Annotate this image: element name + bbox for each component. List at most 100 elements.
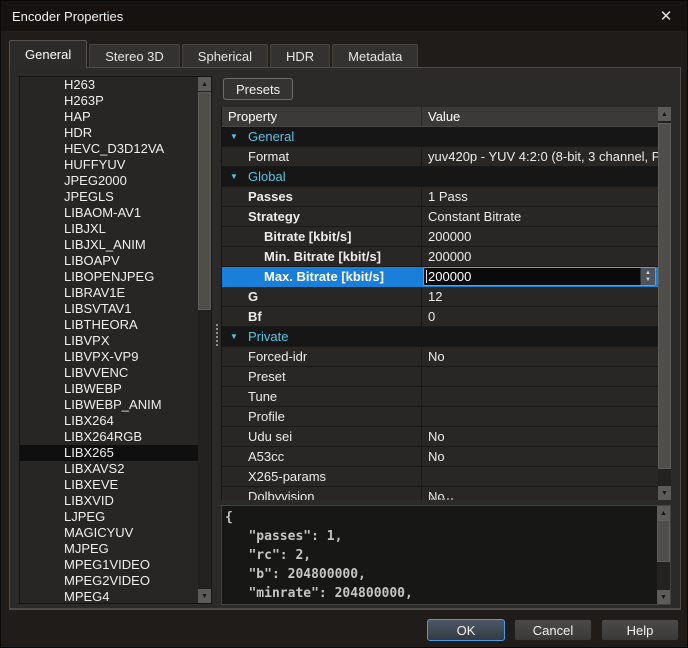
encoder-item-magicyuv[interactable]: MAGICYUV: [20, 525, 198, 541]
property-row-a53cc[interactable]: A53ccNo: [222, 447, 658, 467]
collapse-icon[interactable]: ▼: [222, 132, 248, 141]
encoder-item-libx264[interactable]: LIBX264: [20, 413, 198, 429]
property-value[interactable]: No: [422, 487, 658, 500]
encoder-item-libtheora[interactable]: LIBTHEORA: [20, 317, 198, 333]
encoder-item-hap[interactable]: HAP: [20, 109, 198, 125]
encoder-item-libwebp[interactable]: LIBWEBP: [20, 381, 198, 397]
encoder-list[interactable]: H263H263PHAPHDRHEVC_D3D12VAHUFFYUVJPEG20…: [19, 76, 212, 604]
property-value[interactable]: 200000▲▼: [422, 267, 658, 286]
column-header-value[interactable]: Value: [422, 107, 658, 126]
tab-spherical[interactable]: Spherical: [182, 44, 268, 67]
scroll-thumb[interactable]: [657, 520, 670, 562]
property-value[interactable]: 200000: [422, 227, 658, 246]
property-value[interactable]: No: [422, 427, 658, 446]
property-row-profile[interactable]: Profile: [222, 407, 658, 427]
encoder-item-libxvid[interactable]: LIBXVID: [20, 493, 198, 509]
property-table-scrollbar[interactable]: ▲ ▼: [658, 107, 671, 500]
spinbox-stepper[interactable]: ▲▼: [640, 268, 655, 285]
help-button[interactable]: Help: [601, 619, 679, 641]
property-value[interactable]: 0: [422, 307, 658, 326]
encoder-item-libwebp-anim[interactable]: LIBWEBP_ANIM: [20, 397, 198, 413]
value-spinbox-input[interactable]: 200000▲▼: [423, 267, 656, 286]
property-row-format[interactable]: Formatyuv420p - YUV 4:2:0 (8-bit, 3 chan…: [222, 147, 658, 167]
property-value[interactable]: [422, 367, 658, 386]
encoder-item-libx265[interactable]: LIBX265: [20, 445, 198, 461]
property-value[interactable]: [422, 407, 658, 426]
scroll-down-button[interactable]: ▼: [657, 590, 670, 604]
encoder-item-libxeve[interactable]: LIBXEVE: [20, 477, 198, 493]
encoder-item-libjxl[interactable]: LIBJXL: [20, 221, 198, 237]
property-row-bitrate-kbit-s[interactable]: Bitrate [kbit/s]200000: [222, 227, 658, 247]
encoder-item-mpeg1video[interactable]: MPEG1VIDEO: [20, 557, 198, 573]
property-value[interactable]: No: [422, 347, 658, 366]
property-value[interactable]: 200000: [422, 247, 658, 266]
scroll-thumb[interactable]: [658, 123, 671, 469]
scroll-thumb[interactable]: [198, 92, 211, 310]
close-icon[interactable]: ✕: [653, 4, 679, 28]
encoder-item-jpegls[interactable]: JPEGLS: [20, 189, 198, 205]
encoder-item-libjxl-anim[interactable]: LIBJXL_ANIM: [20, 237, 198, 253]
collapse-icon[interactable]: ▼: [222, 332, 248, 341]
spin-down-icon[interactable]: ▼: [645, 277, 651, 284]
property-row-passes[interactable]: Passes1 Pass: [222, 187, 658, 207]
encoder-item-ljpeg[interactable]: LJPEG: [20, 509, 198, 525]
encoder-list-scrollbar[interactable]: ▲ ▼: [198, 77, 211, 603]
encoder-item-jpeg2000[interactable]: JPEG2000: [20, 173, 198, 189]
property-value[interactable]: Constant Bitrate: [422, 207, 658, 226]
scroll-up-button[interactable]: ▲: [657, 506, 670, 520]
property-value[interactable]: yuv420p - YUV 4:2:0 (8-bit, 3 channel, P…: [422, 147, 658, 166]
encoder-item-hdr[interactable]: HDR: [20, 125, 198, 141]
presets-button[interactable]: Presets: [223, 78, 293, 100]
property-row-tune[interactable]: Tune: [222, 387, 658, 407]
encoder-item-mpeg4[interactable]: MPEG4: [20, 589, 198, 603]
property-row-preset[interactable]: Preset: [222, 367, 658, 387]
property-row-forced-idr[interactable]: Forced-idrNo: [222, 347, 658, 367]
horizontal-splitter-handle[interactable]: [431, 497, 453, 501]
encoder-item-libvpx-vp9[interactable]: LIBVPX-VP9: [20, 349, 198, 365]
cancel-button[interactable]: Cancel: [514, 619, 592, 641]
property-row-strategy[interactable]: StrategyConstant Bitrate: [222, 207, 658, 227]
encoder-item-libopenjpeg[interactable]: LIBOPENJPEG: [20, 269, 198, 285]
encoder-item-huffyuv[interactable]: HUFFYUV: [20, 157, 198, 173]
property-table[interactable]: Property Value ▼GeneralFormatyuv420p - Y…: [221, 107, 671, 500]
scroll-down-button[interactable]: ▼: [658, 486, 671, 500]
property-row-g[interactable]: G12: [222, 287, 658, 307]
spin-up-icon[interactable]: ▲: [645, 270, 651, 277]
tab-stereo-3d[interactable]: Stereo 3D: [89, 44, 180, 67]
encoder-item-librav1e[interactable]: LIBRAV1E: [20, 285, 198, 301]
property-row-max-bitrate-kbit-s[interactable]: Max. Bitrate [kbit/s]200000▲▼: [222, 267, 658, 287]
vertical-splitter-handle[interactable]: [215, 324, 219, 346]
property-row-udu-sei[interactable]: Udu seiNo: [222, 427, 658, 447]
encoder-item-libvvenc[interactable]: LIBVVENC: [20, 365, 198, 381]
encoder-item-libaom-av1[interactable]: LIBAOM-AV1: [20, 205, 198, 221]
property-group-global[interactable]: ▼Global: [222, 167, 658, 187]
collapse-icon[interactable]: ▼: [222, 172, 248, 181]
encoder-item-liboapv[interactable]: LIBOAPV: [20, 253, 198, 269]
column-header-property[interactable]: Property: [222, 107, 422, 126]
property-value[interactable]: 1 Pass: [422, 187, 658, 206]
ok-button[interactable]: OK: [427, 619, 505, 641]
encoder-item-h263p[interactable]: H263P: [20, 93, 198, 109]
encoder-item-mjpeg[interactable]: MJPEG: [20, 541, 198, 557]
encoder-item-libxavs2[interactable]: LIBXAVS2: [20, 461, 198, 477]
property-row-min-bitrate-kbit-s[interactable]: Min. Bitrate [kbit/s]200000: [222, 247, 658, 267]
scroll-up-button[interactable]: ▲: [658, 107, 671, 121]
scroll-down-button[interactable]: ▼: [198, 589, 211, 603]
property-value[interactable]: No: [422, 447, 658, 466]
property-row-bf[interactable]: Bf0: [222, 307, 658, 327]
tab-hdr[interactable]: HDR: [270, 44, 330, 67]
property-value[interactable]: [422, 387, 658, 406]
json-view-scrollbar[interactable]: ▲ ▼: [657, 506, 670, 604]
encoder-item-h263[interactable]: H263: [20, 77, 198, 93]
property-group-private[interactable]: ▼Private: [222, 327, 658, 347]
encoder-item-libsvtav1[interactable]: LIBSVTAV1: [20, 301, 198, 317]
encoder-item-mpeg2video[interactable]: MPEG2VIDEO: [20, 573, 198, 589]
tab-metadata[interactable]: Metadata: [332, 44, 418, 67]
scroll-up-button[interactable]: ▲: [198, 77, 211, 91]
encoder-item-libx264rgb[interactable]: LIBX264RGB: [20, 429, 198, 445]
property-group-general[interactable]: ▼General: [222, 127, 658, 147]
encoder-item-libvpx[interactable]: LIBVPX: [20, 333, 198, 349]
tab-general[interactable]: General: [9, 40, 87, 68]
encoder-item-hevc-d3d12va[interactable]: HEVC_D3D12VA: [20, 141, 198, 157]
property-value[interactable]: [422, 467, 658, 486]
